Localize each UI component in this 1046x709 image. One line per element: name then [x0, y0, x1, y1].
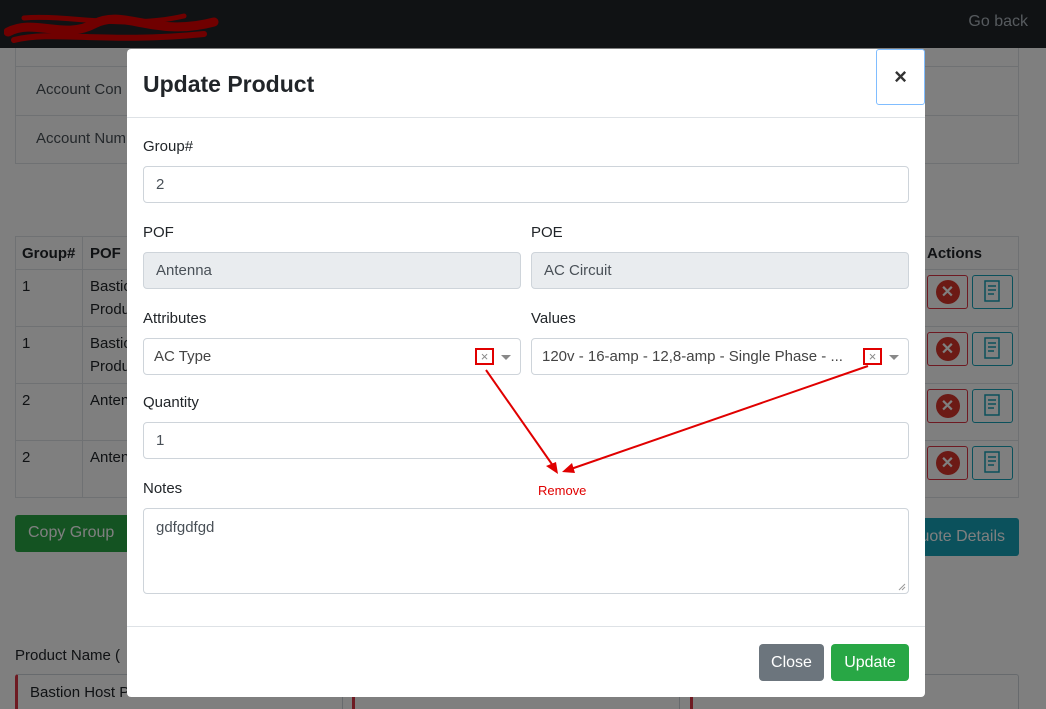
values-select[interactable]: 120v - 16-amp - 12,8-amp - Single Phase …	[531, 338, 909, 375]
modal-header: Update Product ×	[127, 49, 925, 118]
remove-annotation-label: Remove	[538, 483, 587, 498]
attributes-select[interactable]: AC Type ×	[143, 338, 521, 375]
group-input[interactable]: 2	[143, 166, 909, 203]
clear-selection-icon[interactable]: ×	[863, 348, 882, 365]
attributes-label: Attributes	[143, 310, 207, 327]
modal-title: Update Product	[143, 71, 315, 97]
close-button[interactable]: Close	[759, 644, 824, 681]
notes-label: Notes	[143, 480, 183, 497]
values-label: Values	[531, 310, 576, 327]
update-product-modal: Update Product × Group# 2 POF Antenna PO…	[127, 49, 925, 697]
attributes-selected-value: AC Type	[154, 348, 212, 365]
values-selected-value: 120v - 16-amp - 12,8-amp - Single Phase …	[542, 348, 843, 365]
chevron-down-icon[interactable]	[501, 355, 511, 360]
notes-text: gdfgdfgd	[156, 519, 215, 536]
notes-textarea[interactable]: gdfgdfgd	[143, 508, 909, 594]
pof-input: Antenna	[143, 252, 521, 289]
clear-selection-icon[interactable]: ×	[475, 348, 494, 365]
poe-input: AC Circuit	[531, 252, 909, 289]
chevron-down-icon[interactable]	[889, 355, 899, 360]
pof-label: POF	[143, 224, 174, 241]
update-button[interactable]: Update	[831, 644, 909, 681]
poe-label: POE	[531, 224, 563, 241]
quantity-input[interactable]: 1	[143, 422, 909, 459]
close-icon[interactable]: ×	[876, 49, 925, 105]
modal-footer: Close Update	[127, 626, 925, 697]
group-label: Group#	[143, 138, 194, 155]
quantity-label: Quantity	[143, 394, 199, 411]
resize-grip-icon[interactable]	[898, 583, 906, 591]
